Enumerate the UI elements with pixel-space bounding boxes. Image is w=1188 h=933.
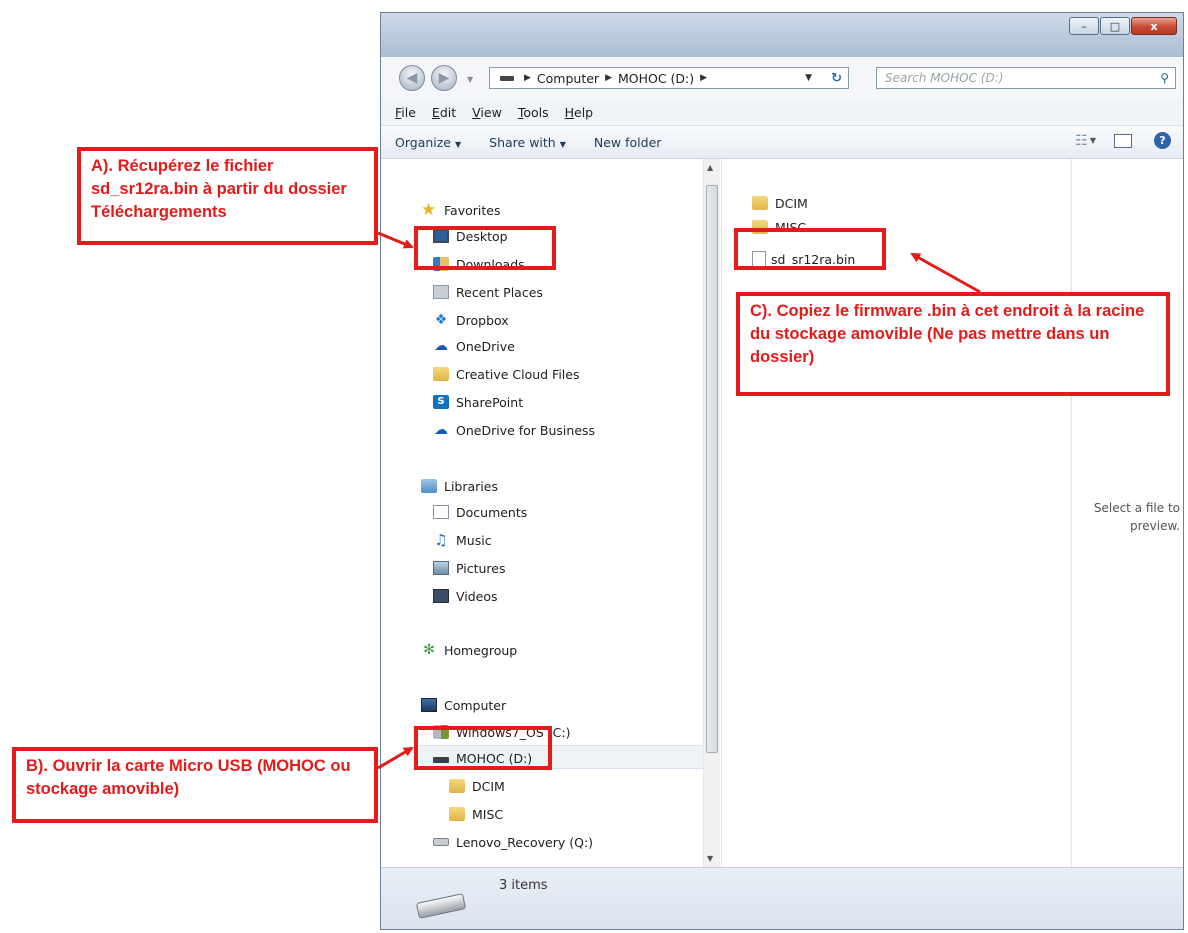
arrow-a <box>377 231 414 249</box>
arrow-c <box>910 252 981 294</box>
annotation-arrows <box>377 231 981 770</box>
arrow-b <box>377 746 414 770</box>
